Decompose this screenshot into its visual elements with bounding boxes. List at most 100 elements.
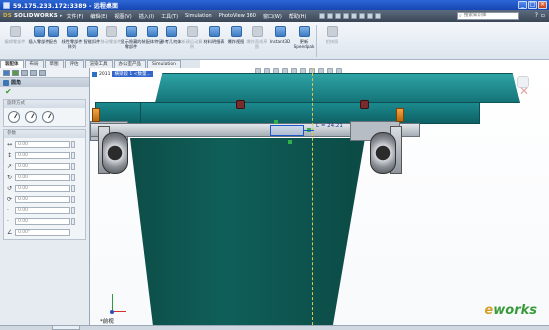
rotate-x-icon: ↻ (7, 173, 13, 181)
feature-tree-icon[interactable] (3, 70, 10, 76)
rotate-option-3-icon[interactable] (42, 111, 54, 123)
new-file-icon[interactable] (319, 13, 326, 19)
mate-button[interactable]: 配合 (45, 26, 61, 44)
model-wheel[interactable] (102, 132, 128, 174)
rotate-option-1-icon[interactable] (8, 111, 20, 123)
select-icon[interactable] (359, 13, 366, 19)
param-row: ↗ 0.00 (4, 162, 85, 171)
minimize-button[interactable]: _ (518, 1, 527, 9)
rebuild-icon[interactable] (367, 13, 374, 19)
rotate-option-2-icon[interactable] (25, 111, 37, 123)
smart-fasteners-icon (86, 26, 98, 37)
spinner[interactable] (71, 152, 75, 159)
param-row: ↕ 0.00 (4, 151, 85, 160)
feature-tree-flyout[interactable]: 2011 横梁段 1 <数量... (92, 71, 153, 77)
dimxpert-icon[interactable] (30, 70, 37, 76)
param-row: · 0.00 (4, 217, 85, 226)
instant3d-icon (274, 26, 286, 37)
tab-evaluate[interactable]: 评估 (64, 60, 84, 68)
param-field[interactable]: 0.00 (15, 185, 70, 192)
param-field[interactable]: 0.00 (15, 207, 70, 214)
menu-simulation[interactable]: Simulation (185, 13, 212, 19)
spinner[interactable] (71, 174, 75, 181)
maximize-button[interactable]: □ (528, 1, 537, 9)
menu-file[interactable]: 文件(F) (67, 13, 84, 20)
menu-edit[interactable]: 编辑(E) (90, 13, 107, 20)
new-motion-study-button[interactable]: 新建运动算例 (180, 26, 204, 49)
tab-render-tools[interactable]: 渲染工具 (84, 60, 113, 68)
menu-photoview[interactable]: PhotoView 360 (219, 13, 256, 19)
show-hidden-icon (125, 26, 137, 37)
param-field[interactable]: 0.00 (15, 218, 70, 225)
menu-window[interactable]: 窗口(W) (263, 13, 282, 20)
spinner[interactable] (71, 196, 75, 203)
spinner[interactable] (71, 185, 75, 192)
instant3d-button[interactable]: Instant3D (268, 26, 292, 44)
remote-desktop-title: 59.175.233.172:3389 - 远程桌面 (13, 2, 119, 10)
spinner[interactable] (71, 163, 75, 170)
model-tab[interactable] (52, 325, 80, 330)
param-field[interactable]: 0.00 (15, 163, 70, 170)
logo-dropdown-icon[interactable]: ▸ (60, 13, 63, 19)
dimension-label[interactable]: L = 24.21 (316, 123, 343, 129)
spinner[interactable] (71, 207, 75, 214)
spinner[interactable] (71, 218, 75, 225)
save-icon[interactable] (335, 13, 342, 19)
help-icon[interactable]: ? (535, 12, 538, 19)
ribbon-separator (316, 25, 317, 57)
param-field[interactable]: 0.00 (15, 174, 70, 181)
manager-tabs (0, 68, 89, 78)
parameters-group: 参数 ↔ 0.00 ↕ 0.00 ↗ 0.00 ↻ 0.00 ↺ 0.00 ⟳ 0.00 ·… (3, 129, 86, 240)
selected-component[interactable]: 横梁段 1 <数量... (112, 71, 153, 77)
handle-point[interactable] (274, 120, 278, 124)
graphics-area[interactable]: 2011 横梁段 1 <数量... L = 24.21 *前视 ✕ eworks (90, 68, 549, 330)
configuration-manager-icon[interactable] (21, 70, 28, 76)
tab-assembly[interactable]: 装配体 (0, 60, 24, 68)
param-field[interactable]: 0.00 (15, 196, 70, 203)
bill-of-materials-button[interactable]: 材料明细表 (202, 26, 226, 44)
close-button[interactable]: × (538, 1, 547, 9)
take-snapshot-button[interactable]: 拍快照 (320, 26, 344, 44)
handle-point[interactable] (288, 140, 292, 144)
minimize-app-icon[interactable]: ▫ (541, 12, 545, 19)
print-icon[interactable] (343, 13, 350, 19)
param-field[interactable]: 0.00 (15, 141, 70, 148)
param-field[interactable]: 0.00 (15, 152, 70, 159)
edit-component-button[interactable]: 编辑零部件 (3, 26, 27, 44)
param-row: ↻ 0.00 (4, 173, 85, 182)
update-speedpak-button[interactable]: 更新Speedpak (292, 26, 316, 49)
menu-tools[interactable]: 工具(T) (161, 13, 178, 20)
tab-sketch[interactable]: 草图 (44, 60, 64, 68)
spinner[interactable] (71, 141, 75, 148)
parameters-group-title[interactable]: 参数 (4, 130, 85, 138)
origin-x-icon: · (7, 206, 9, 214)
tab-office-products[interactable]: 办公室产品 (113, 60, 146, 68)
center-axis-line (312, 68, 313, 330)
model-deck-lip[interactable] (140, 102, 480, 124)
exploded-view-icon (230, 26, 242, 37)
display-manager-icon[interactable] (39, 70, 46, 76)
cancel-icon[interactable]: ✕ (519, 84, 529, 98)
motion-study-icon (186, 26, 198, 37)
model-wheel[interactable] (370, 132, 396, 174)
explode-line-sketch-button[interactable]: 爆炸直线草图 (245, 26, 269, 49)
model-top-deck[interactable] (155, 73, 520, 103)
rotation-options (4, 108, 85, 126)
selected-edge-highlight[interactable] (270, 125, 304, 136)
undo-icon[interactable] (351, 13, 358, 19)
menu-insert[interactable]: 插入(I) (139, 13, 154, 20)
open-file-icon[interactable] (327, 13, 334, 19)
property-manager-icon[interactable] (12, 70, 19, 76)
tab-simulation[interactable]: Simulation (147, 60, 181, 68)
angle-icon: ∠ (7, 228, 13, 236)
explode-line-sketch-icon (251, 26, 263, 37)
menu-view[interactable]: 视图(V) (114, 13, 131, 20)
tab-layout[interactable]: 布局 (24, 60, 44, 68)
options-icon[interactable] (375, 13, 382, 19)
search-input[interactable]: ⌕ 搜索知识库 (457, 12, 519, 20)
model-hopper[interactable] (130, 138, 365, 330)
menu-help[interactable]: 帮助(H) (289, 13, 307, 20)
angle-field[interactable]: 0.00° (15, 229, 70, 236)
rotation-group-title[interactable]: 旋转方式 (4, 100, 85, 108)
ok-check-icon[interactable]: ✔ (0, 87, 89, 97)
